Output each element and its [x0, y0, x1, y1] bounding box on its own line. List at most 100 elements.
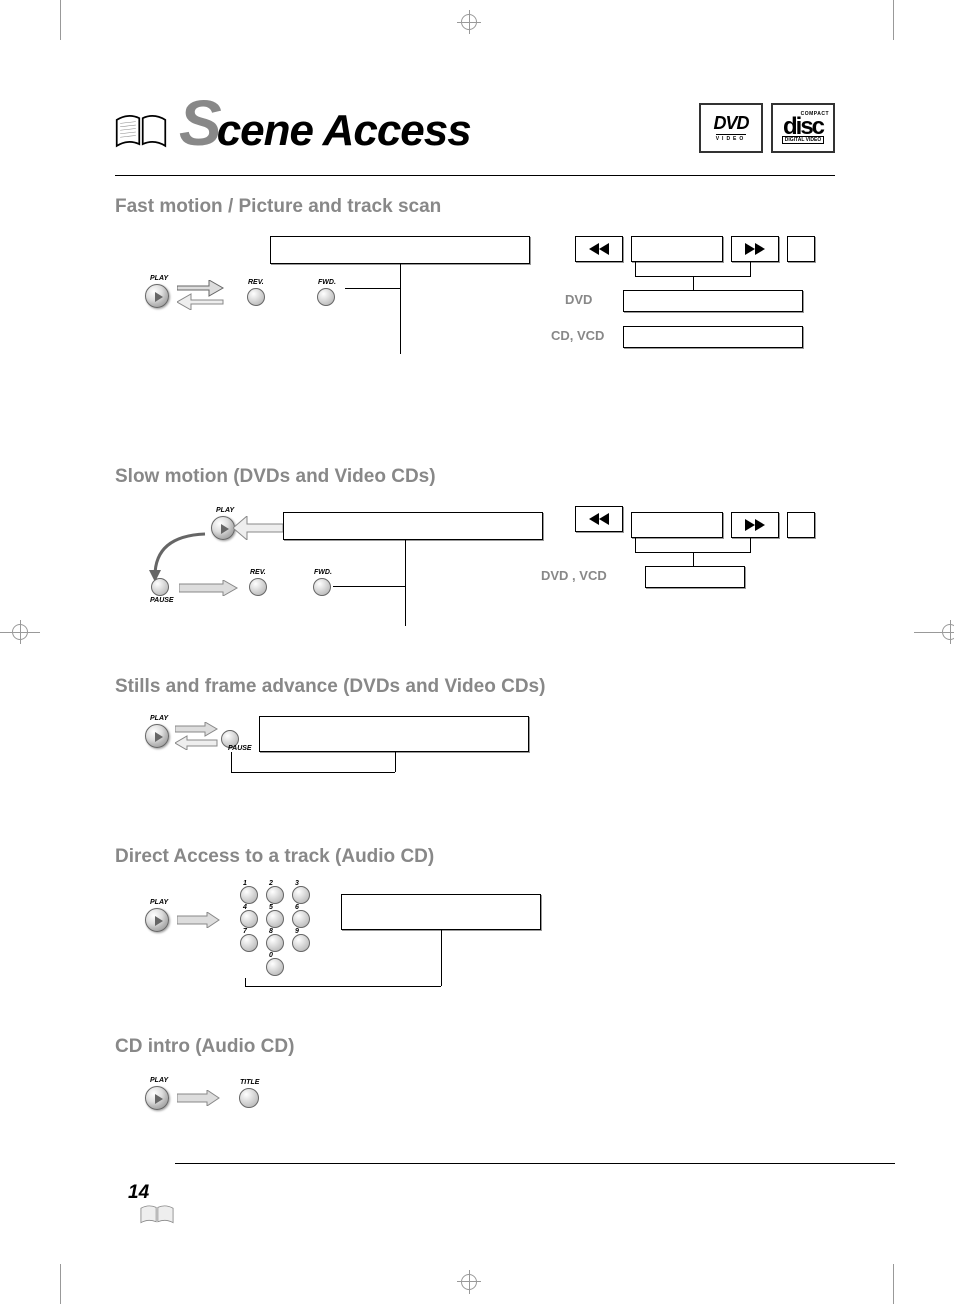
fwd-button: FWD.: [317, 288, 335, 306]
divider: [175, 1163, 895, 1164]
title-rest: cene Access: [217, 111, 471, 151]
connector: [345, 288, 400, 289]
title-row: Scene Access DVD VIDEO COMPACT disc DIGI…: [115, 95, 835, 153]
crop-mark: [60, 1264, 61, 1304]
rewind-rc-button: [575, 236, 623, 262]
forward-rc-button: [731, 512, 779, 538]
connector: [635, 262, 636, 276]
section-title: Stills and frame advance (DVDs and Video…: [115, 676, 835, 698]
dvd-logo: DVD VIDEO: [699, 103, 763, 153]
fwd-label: FWD.: [314, 569, 332, 576]
info-box: [623, 290, 803, 312]
curved-arrow-icon: [145, 526, 215, 586]
cdvcd-label: CD, VCD: [551, 328, 604, 343]
book-icon: [140, 1204, 174, 1226]
title-button: TITLE: [239, 1088, 259, 1108]
cd-bot: DIGITAL VIDEO: [782, 136, 824, 144]
connector: [231, 772, 395, 773]
rev-label: REV.: [250, 569, 266, 576]
info-box: [631, 236, 723, 262]
dvdvcd-label: DVD , VCD: [541, 568, 607, 583]
section-title: Fast motion / Picture and track scan: [115, 196, 835, 218]
title-first-letter: S: [179, 95, 221, 153]
keypad: 1 2 3 4 5 6 7 8 9 0: [235, 886, 317, 976]
keypad-3: 3: [292, 886, 310, 904]
play-label: PLAY: [150, 715, 168, 722]
cd-logo: COMPACT disc DIGITAL VIDEO: [771, 103, 835, 153]
section-title: Direct Access to a track (Audio CD): [115, 846, 835, 868]
keypad-1: 1: [240, 886, 258, 904]
crop-mark: [893, 1264, 894, 1304]
fwd-label: FWD.: [318, 279, 336, 286]
rev-button: REV.: [249, 578, 267, 596]
play-label: PLAY: [150, 1077, 168, 1084]
connector: [750, 262, 751, 276]
rewind-rc-button: [575, 506, 623, 532]
pause-label: PAUSE: [150, 597, 174, 604]
section-cd-intro: CD intro (Audio CD) PLAY TITLE: [115, 1036, 835, 1116]
arrow-right-icon: [179, 580, 239, 596]
connector: [441, 930, 442, 986]
dvd-label: DVD: [565, 292, 592, 307]
info-box: [341, 894, 541, 930]
info-box: [787, 512, 815, 538]
keypad-8: 8: [266, 934, 284, 952]
keypad-0: 0: [266, 958, 284, 976]
book-icon: [115, 111, 167, 153]
play-button: PLAY: [145, 1086, 169, 1110]
info-box: [645, 566, 745, 588]
info-box: [270, 236, 530, 264]
forward-icon: [745, 519, 765, 531]
double-arrow-icon: [175, 722, 219, 750]
forward-icon: [745, 243, 765, 255]
connector: [395, 752, 396, 772]
section-title: Slow motion (DVDs and Video CDs): [115, 466, 835, 488]
info-box: [631, 512, 723, 538]
arrow-right-icon: [177, 912, 221, 928]
section-stills: Stills and frame advance (DVDs and Video…: [115, 676, 835, 796]
info-box: [259, 716, 529, 752]
connector: [693, 552, 694, 566]
section-fast-motion: Fast motion / Picture and track scan PLA…: [115, 196, 835, 386]
keypad-9: 9: [292, 934, 310, 952]
fwd-button: FWD.: [313, 578, 331, 596]
rewind-icon: [589, 243, 609, 255]
connector: [245, 978, 246, 986]
rev-label: REV.: [248, 279, 264, 286]
keypad-7: 7: [240, 934, 258, 952]
rewind-icon: [589, 513, 609, 525]
section-title: CD intro (Audio CD): [115, 1036, 835, 1058]
play-button: PLAY: [145, 908, 169, 932]
crop-mark: [60, 0, 61, 40]
arrow-right-icon: [177, 1090, 221, 1106]
keypad-5: 5: [266, 910, 284, 928]
page-number: 14: [128, 1182, 149, 1204]
title-label: TITLE: [240, 1079, 259, 1086]
connector: [400, 264, 401, 354]
rev-button: REV.: [247, 288, 265, 306]
pause-button: PAUSE: [221, 730, 239, 748]
play-button: PLAY: [145, 284, 169, 308]
info-box: [623, 326, 803, 348]
section-direct-access: Direct Access to a track (Audio CD) PLAY…: [115, 846, 835, 986]
arrow-left-icon: [233, 516, 283, 540]
dvd-sub: VIDEO: [716, 134, 747, 142]
play-button: PLAY: [145, 724, 169, 748]
play-label: PLAY: [150, 275, 168, 282]
page-title: Scene Access: [179, 95, 471, 153]
crop-mark: [893, 0, 894, 40]
connector: [245, 986, 441, 987]
info-box: [787, 236, 815, 262]
keypad-4: 4: [240, 910, 258, 928]
connector: [693, 276, 694, 290]
cd-mid: disc: [783, 117, 823, 136]
connector: [635, 538, 636, 552]
pause-button: PAUSE: [151, 578, 169, 596]
keypad-2: 2: [266, 886, 284, 904]
section-slow-motion: Slow motion (DVDs and Video CDs) PLAY PA…: [115, 466, 835, 626]
connector: [405, 540, 406, 626]
connector: [750, 538, 751, 552]
format-logos: DVD VIDEO COMPACT disc DIGITAL VIDEO: [699, 103, 835, 153]
double-arrow-icon: [177, 280, 225, 310]
play-label: PLAY: [216, 507, 234, 514]
